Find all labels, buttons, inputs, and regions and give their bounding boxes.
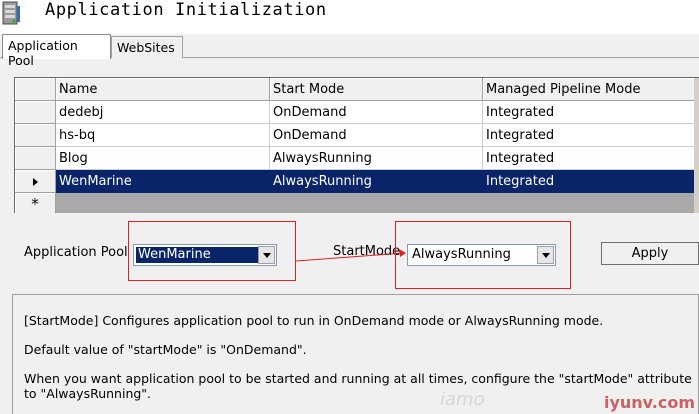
tab-application-pool[interactable]: Application Pool <box>2 34 111 68</box>
title-bar: Application Initialization <box>0 0 699 34</box>
annotation-arrow-icon <box>296 249 406 262</box>
highlight-box-pool <box>128 221 296 281</box>
description-line: When you want application pool to be sta… <box>24 371 692 386</box>
row-header[interactable] <box>15 147 56 170</box>
column-header-name[interactable]: Name <box>56 78 270 101</box>
cell-pipeline-mode[interactable]: Integrated <box>483 147 695 170</box>
cell-start-mode[interactable]: OnDemand <box>270 101 483 124</box>
grid-header-row: Name Start Mode Managed Pipeline Mode <box>15 78 699 101</box>
current-row-arrow-icon <box>32 178 38 186</box>
description-line: to "AlwaysRunning". <box>24 386 152 401</box>
application-pool-panel: Name Start Mode Managed Pipeline Mode de… <box>0 58 699 414</box>
server-icon <box>2 1 20 25</box>
table-row[interactable]: hs-bq OnDemand Integrated <box>15 124 699 147</box>
cell-pipeline-mode[interactable]: Integrated <box>483 101 695 124</box>
cell-pipeline-mode[interactable]: Integrated <box>483 124 695 147</box>
app-title: Application Initialization <box>45 0 327 20</box>
description-line: Default value of "startMode" is "OnDeman… <box>24 342 307 357</box>
apply-button[interactable]: Apply <box>601 242 699 265</box>
row-header[interactable] <box>15 101 56 124</box>
app-pool-grid[interactable]: Name Start Mode Managed Pipeline Mode de… <box>14 77 699 213</box>
watermark-faint: iamo <box>440 389 485 410</box>
row-header-current[interactable] <box>15 170 56 193</box>
highlight-box-startmode <box>395 221 571 289</box>
row-header[interactable] <box>15 124 56 147</box>
cell-name[interactable]: hs-bq <box>56 124 270 147</box>
column-header-start-mode[interactable]: Start Mode <box>270 78 483 101</box>
table-row[interactable]: Blog AlwaysRunning Integrated <box>15 147 699 170</box>
application-pool-label: Application Pool <box>24 245 128 260</box>
new-row[interactable]: * <box>15 193 699 213</box>
tab-bar: Application Pool WebSites <box>0 34 699 68</box>
table-row-selected[interactable]: WenMarine AlwaysRunning Integrated <box>15 170 699 193</box>
cell-start-mode[interactable]: AlwaysRunning <box>270 170 483 193</box>
column-header-pipeline-mode[interactable]: Managed Pipeline Mode <box>483 78 695 101</box>
watermark-brand: iyunv.com <box>603 393 695 412</box>
grid-scrollbar[interactable] <box>694 78 699 213</box>
new-row-marker[interactable]: * <box>15 193 56 213</box>
cell-name[interactable]: dedebj <box>56 101 270 124</box>
cell-name[interactable]: WenMarine <box>56 170 270 193</box>
table-row[interactable]: dedebj OnDemand Integrated <box>15 101 699 124</box>
cell-start-mode[interactable]: OnDemand <box>270 124 483 147</box>
cell-pipeline-mode[interactable]: Integrated <box>483 170 695 193</box>
grid-corner-cell[interactable] <box>15 78 56 101</box>
cell-name[interactable]: Blog <box>56 147 270 170</box>
cell-start-mode[interactable]: AlwaysRunning <box>270 147 483 170</box>
description-panel: [StartMode] Configures application pool … <box>12 294 699 414</box>
description-line: [StartMode] Configures application pool … <box>24 313 604 328</box>
tab-websites[interactable]: WebSites <box>111 36 183 58</box>
